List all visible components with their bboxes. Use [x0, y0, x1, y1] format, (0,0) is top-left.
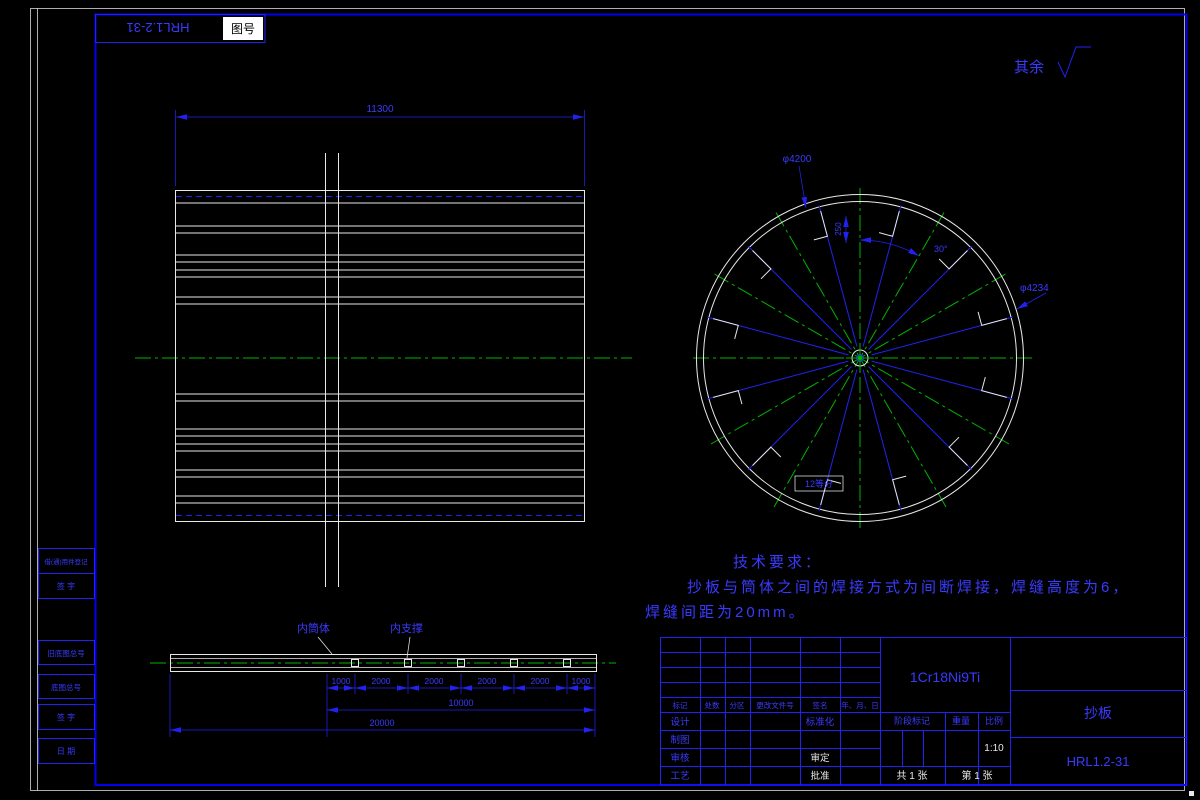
- lifter-plate: [878, 211, 900, 237]
- material-spec: 1Cr18Ni9Ti: [910, 669, 980, 685]
- strip-cell: 日 期: [57, 747, 75, 756]
- header-cell: 年、月、日: [841, 700, 879, 710]
- stage-label: 阶段标记: [894, 715, 930, 726]
- title-block: 1Cr18Ni9Ti 抄板 HRL1.2-31 阶段标记 重量 比例 1:10 …: [660, 637, 1187, 786]
- strip-cell: 借(通)用件登记: [44, 557, 88, 566]
- seg-dim: 2000: [425, 676, 444, 686]
- role-review: 审定: [810, 752, 830, 764]
- plate-height-dimension: 250: [834, 222, 843, 236]
- lifter-plate: [713, 389, 743, 405]
- sheet-total: 共 1 张: [896, 770, 927, 782]
- strip-cell: 底图总号: [51, 682, 81, 692]
- role-standardize: 标准化: [806, 716, 835, 728]
- width-dimension: 11300: [366, 104, 394, 115]
- tech-req-line1: 抄板与筒体之间的焊接方式为间断焊接，焊缝高度为6，: [687, 578, 1130, 596]
- role-draft: 制图: [670, 734, 689, 746]
- left-margin-strip: 借(通)用件登记 签 字 旧底图总号 底图总号 签 字 日 期: [38, 548, 95, 764]
- seg-dim: 1000: [572, 676, 591, 686]
- weight-label: 重量: [952, 715, 970, 726]
- seg-dim: 2000: [531, 676, 550, 686]
- outer-border: [30, 8, 1194, 796]
- header-cell: 签名: [813, 700, 828, 710]
- lifter-plate: [977, 311, 1007, 327]
- header-cell: 分区: [730, 701, 745, 710]
- drawing-no-rotated: HRL1.2-31: [127, 20, 190, 35]
- plate-edge-lines: [176, 202, 584, 504]
- role-design: 设计: [670, 716, 690, 728]
- technical-requirements: 技术要求： 抄板与筒体之间的焊接方式为间断焊接，焊缝高度为6， 焊缝间距为20m…: [645, 554, 1130, 621]
- bottom-profile-view: 内筒体 内支撑 1000 2000 2000 2000 2000 1000 10…: [150, 621, 616, 737]
- drawing-no-box: HRL1.2-31 图号: [95, 14, 266, 43]
- lifter-plate: [948, 436, 968, 466]
- strip-cell: 签 字: [57, 581, 75, 591]
- surface-note-text: 其余: [1014, 58, 1044, 76]
- seg-dim: 1000: [332, 676, 351, 686]
- angle-dimension: 30°: [934, 244, 948, 254]
- drum-outline: [175, 190, 585, 522]
- role-process: 工艺: [670, 771, 689, 782]
- dia-inner-dimension: φ4200: [783, 154, 812, 165]
- support-label: 内支撑: [390, 621, 423, 635]
- main-side-view: 11300: [135, 104, 632, 587]
- drawing-frame: [94, 13, 1188, 786]
- scale-value: 1:10: [984, 743, 1004, 754]
- lifter-plate: [813, 211, 829, 241]
- total-dimension: 20000: [369, 718, 394, 728]
- strip-cell: 旧底图总号: [47, 648, 85, 658]
- drawing-no-label: 图号: [231, 22, 255, 36]
- role-check: 审核: [670, 752, 690, 764]
- dia-outer-dimension: φ4234: [1020, 283, 1049, 294]
- tech-req-line2: 焊缝间距为20mm。: [645, 604, 807, 621]
- seg-dim: 2000: [372, 676, 391, 686]
- sheet-number: 第 1 张: [961, 769, 992, 782]
- tech-req-title: 技术要求：: [733, 554, 823, 571]
- lifter-plate: [713, 318, 739, 340]
- scale-label: 比例: [985, 715, 1003, 726]
- surface-roughness-note: 其余: [1014, 46, 1091, 79]
- drawing-number: HRL1.2-31: [1067, 754, 1130, 769]
- roughness-icon: [1057, 46, 1091, 79]
- lifter-plate: [981, 376, 1007, 398]
- lifter-plate: [752, 446, 782, 466]
- cad-sheet: HRL1.2-31 图号 其余 11300 φ4200 φ4234 30° 25…: [30, 8, 1194, 796]
- header-cell: 标记: [673, 700, 688, 710]
- part-name: 抄板: [1084, 705, 1112, 721]
- seg-dim: 2000: [478, 676, 497, 686]
- header-cell: 更改文件号: [756, 700, 794, 710]
- strip-cell: 签 字: [57, 712, 75, 722]
- lifter-plate: [752, 250, 772, 280]
- division-note: 12等分: [805, 478, 833, 489]
- lifter-plate: [891, 475, 907, 505]
- role-approve: 批准: [810, 770, 830, 782]
- corner-mark: [1189, 791, 1194, 796]
- mid-dimension: 10000: [448, 698, 473, 708]
- header-cell: 处数: [705, 700, 720, 710]
- shell-label: 内筒体: [297, 621, 330, 635]
- end-view: φ4200 φ4234 30° 250 12等分: [693, 154, 1049, 528]
